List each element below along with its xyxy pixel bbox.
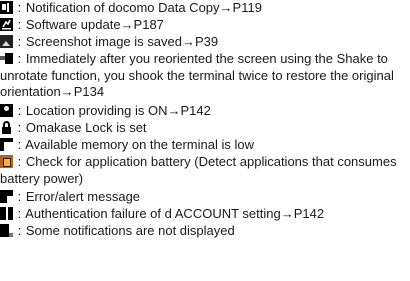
list-item: : Authentication failure of d ACCOUNT se… bbox=[0, 206, 408, 223]
shake-rotate-icon bbox=[0, 52, 13, 65]
list-item: : Omakase Lock is set bbox=[0, 120, 408, 137]
low-memory-icon bbox=[0, 138, 13, 151]
list-item: : Check for application battery (Detect … bbox=[0, 154, 397, 186]
item-text: Location providing is ON→P142 bbox=[25, 103, 211, 118]
software-update-icon bbox=[0, 18, 13, 31]
docomo-data-copy-icon bbox=[0, 1, 13, 14]
item-text: Screenshot image is saved→P39 bbox=[25, 34, 219, 49]
item-text: Error/alert message bbox=[25, 189, 141, 204]
list-item: : Notification of docomo Data Copy→P119 bbox=[0, 0, 408, 17]
list-item: : Error/alert message bbox=[0, 189, 408, 206]
screenshot-icon bbox=[0, 35, 13, 48]
item-text: Software update→P187 bbox=[25, 17, 164, 32]
auth-failure-icon bbox=[0, 207, 13, 220]
item-text: Notification of docomo Data Copy→P119 bbox=[25, 0, 262, 15]
list-item: : Available memory on the terminal is lo… bbox=[0, 137, 408, 154]
battery-check-icon bbox=[0, 155, 13, 168]
item-text: Authentication failure of d ACCOUNT sett… bbox=[25, 206, 325, 221]
item-text: Some notifications are not displayed bbox=[25, 223, 235, 238]
list-item: : Immediately after you reoriented the s… bbox=[0, 51, 394, 99]
item-text: Check for application battery (Detect ap… bbox=[0, 154, 397, 186]
list-item: : Some notifications are not displayed bbox=[0, 223, 408, 240]
list-item: : Screenshot image is saved→P39 bbox=[0, 34, 408, 51]
status-icon-list: : Notification of docomo Data Copy→P119 … bbox=[0, 0, 410, 281]
error-alert-icon bbox=[0, 190, 13, 203]
omakase-lock-icon bbox=[0, 121, 13, 134]
item-text: Omakase Lock is set bbox=[25, 120, 147, 135]
item-text: Immediately after you reoriented the scr… bbox=[0, 51, 394, 99]
location-providing-icon bbox=[0, 104, 13, 117]
hidden-notifications-icon bbox=[0, 224, 13, 237]
list-item: : Software update→P187 bbox=[0, 17, 408, 34]
list-item: : Location providing is ON→P142 bbox=[0, 103, 408, 120]
item-text: Available memory on the terminal is low bbox=[25, 137, 254, 152]
